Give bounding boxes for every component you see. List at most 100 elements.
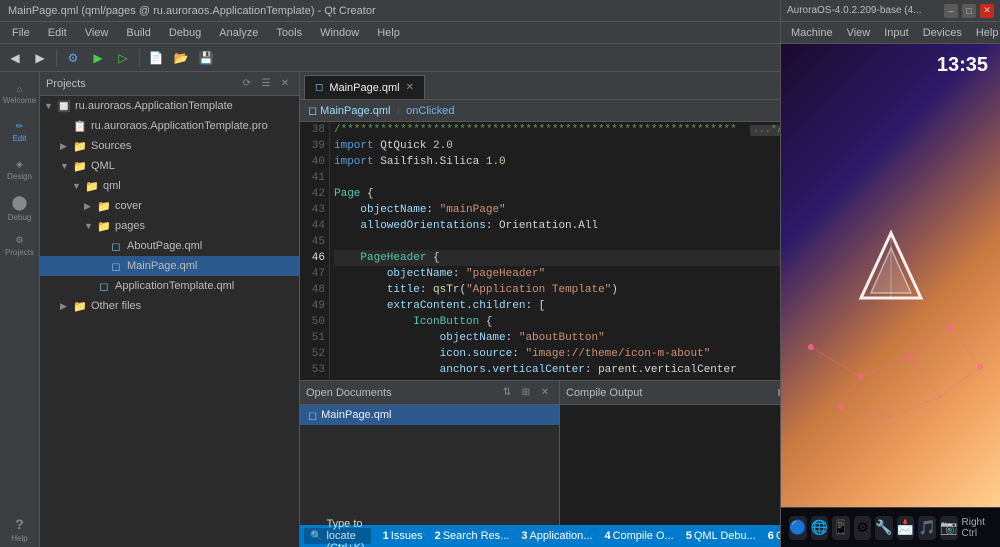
menu-window[interactable]: Window bbox=[312, 25, 367, 41]
edit-icon: ✏ bbox=[16, 121, 24, 132]
aurora-task-icon-8[interactable]: 📷 bbox=[940, 516, 958, 540]
status-compile-label: Compile O... bbox=[613, 530, 674, 542]
tree-apptemplate[interactable]: ◻ ApplicationTemplate.qml bbox=[40, 276, 299, 296]
toolbar-sep2 bbox=[139, 49, 140, 67]
tree-other[interactable]: ▶ 📁 Other files bbox=[40, 296, 299, 316]
aurora-menu-view[interactable]: View bbox=[841, 25, 877, 41]
aurora-maximize[interactable]: □ bbox=[962, 4, 976, 18]
aurora-close[interactable]: ✕ bbox=[980, 4, 994, 18]
open-doc-mainpage[interactable]: ◻ MainPage.qml bbox=[300, 405, 559, 425]
menu-tools[interactable]: Tools bbox=[268, 25, 310, 41]
tree-root-label: ru.auroraos.ApplicationTemplate bbox=[75, 100, 233, 112]
open-docs-sort[interactable]: ⇅ bbox=[499, 385, 515, 401]
toolbar-save[interactable]: 💾 bbox=[195, 47, 217, 69]
aurora-task-icon-2[interactable]: 🌐 bbox=[811, 516, 829, 540]
tree-sources-label: Sources bbox=[91, 140, 131, 152]
tree-qml[interactable]: ▼ 📁 QML bbox=[40, 156, 299, 176]
status-general-num: 6 bbox=[768, 530, 774, 542]
search-icon: 🔍 bbox=[310, 531, 322, 542]
arrow-cover: ▶ bbox=[84, 201, 96, 212]
tree-aboutpage[interactable]: ◻ AboutPage.qml bbox=[40, 236, 299, 256]
toolbar-open[interactable]: 📂 bbox=[170, 47, 192, 69]
tree-qml-label: QML bbox=[91, 160, 115, 172]
sources-folder-icon: 📁 bbox=[72, 140, 88, 153]
open-docs-expand[interactable]: ⊞ bbox=[518, 385, 534, 401]
project-panel-header: Projects ⟳ ☰ ✕ bbox=[40, 72, 299, 96]
folder-root-icon: 🔲 bbox=[56, 100, 72, 113]
menu-debug[interactable]: Debug bbox=[161, 25, 209, 41]
aurora-task-icon-4[interactable]: ⚙ bbox=[854, 516, 872, 540]
tree-qmldir-label: qml bbox=[103, 180, 121, 192]
aurora-menu-devices[interactable]: Devices bbox=[917, 25, 968, 41]
projects-icon: ⚙ bbox=[15, 235, 23, 246]
open-docs-close[interactable]: ✕ bbox=[537, 385, 553, 401]
welcome-icon: ⌂ bbox=[17, 84, 22, 94]
aurora-screen: 13:35 bbox=[781, 44, 1000, 507]
aurora-task-icon-1[interactable]: 🔵 bbox=[789, 516, 807, 540]
tree-cover[interactable]: ▶ 📁 cover bbox=[40, 196, 299, 216]
status-issues[interactable]: 1 Issues bbox=[377, 525, 429, 547]
aurora-minimize[interactable]: – bbox=[944, 4, 958, 18]
editor-header-function[interactable]: onClicked bbox=[406, 105, 454, 117]
aurora-menu-help[interactable]: Help bbox=[970, 25, 1000, 41]
tree-pages[interactable]: ▼ 📁 pages bbox=[40, 216, 299, 236]
aurora-task-icon-6[interactable]: 📩 bbox=[897, 516, 915, 540]
tree-root[interactable]: ▼ 🔲 ru.auroraos.ApplicationTemplate bbox=[40, 96, 299, 116]
tree-pro-label: ru.auroraos.ApplicationTemplate.pro bbox=[91, 120, 268, 132]
arrow-pages: ▼ bbox=[84, 221, 96, 231]
tab-mainpage-close[interactable]: ✕ bbox=[406, 82, 414, 93]
tree-pages-label: pages bbox=[115, 220, 145, 232]
status-compile[interactable]: 4 Compile O... bbox=[598, 525, 679, 547]
search-locate-label: Type to locate (Ctrl+K) bbox=[326, 518, 364, 547]
menu-analyze[interactable]: Analyze bbox=[211, 25, 266, 41]
status-qml[interactable]: 5 QML Debu... bbox=[680, 525, 762, 547]
arrow-other: ▶ bbox=[60, 301, 72, 312]
tree-sources[interactable]: ▶ 📁 Sources bbox=[40, 136, 299, 156]
tree-cover-label: cover bbox=[115, 200, 142, 212]
aurora-title-controls: – □ ✕ bbox=[944, 4, 994, 18]
sidebar-design[interactable]: ◈ Design bbox=[2, 152, 38, 188]
aurora-menu-bar: Machine View Input Devices Help bbox=[781, 22, 1000, 44]
tree-mainpage[interactable]: ◻ MainPage.qml bbox=[40, 256, 299, 276]
search-locate-box[interactable]: 🔍 Type to locate (Ctrl+K) bbox=[304, 528, 371, 544]
menu-view[interactable]: View bbox=[77, 25, 117, 41]
menu-edit[interactable]: Edit bbox=[40, 25, 75, 41]
sidebar-debug[interactable]: ⬤ Debug bbox=[2, 190, 38, 226]
aurora-task-icon-5[interactable]: 🔧 bbox=[875, 516, 893, 540]
panel-close-icon[interactable]: ✕ bbox=[277, 76, 293, 92]
toolbar-forward[interactable]: ▶ bbox=[29, 47, 51, 69]
panel-filter-icon[interactable]: ☰ bbox=[258, 76, 274, 92]
tab-mainpage-label: MainPage.qml bbox=[329, 82, 399, 94]
tree-pro-file[interactable]: 📋 ru.auroraos.ApplicationTemplate.pro bbox=[40, 116, 299, 136]
sidebar-welcome[interactable]: ⌂ Welcome bbox=[2, 76, 38, 112]
status-qml-label: QML Debu... bbox=[694, 530, 756, 542]
toolbar-new[interactable]: 📄 bbox=[145, 47, 167, 69]
icon-sidebar: ⌂ Welcome ✏ Edit ◈ Design ⬤ Debug ⚙ Proj… bbox=[0, 72, 40, 547]
menu-file[interactable]: File bbox=[4, 25, 38, 41]
toolbar-build[interactable]: ⚙ bbox=[62, 47, 84, 69]
aurora-task-icon-7[interactable]: 🎵 bbox=[918, 516, 936, 540]
menu-build[interactable]: Build bbox=[118, 25, 158, 41]
aurora-menu-input[interactable]: Input bbox=[878, 25, 914, 41]
tree-qml-dir[interactable]: ▼ 📁 qml bbox=[40, 176, 299, 196]
status-app[interactable]: 3 Application... bbox=[515, 525, 598, 547]
sidebar-projects[interactable]: ⚙ Projects bbox=[2, 228, 38, 264]
mainpage-icon: ◻ bbox=[108, 260, 124, 273]
aurora-right-ctrl: Right Ctrl bbox=[962, 517, 993, 539]
status-compile-num: 4 bbox=[604, 530, 610, 542]
aurora-menu-machine[interactable]: Machine bbox=[785, 25, 839, 41]
menu-help[interactable]: Help bbox=[369, 25, 408, 41]
aurora-taskbar: 🔵 🌐 📱 ⚙ 🔧 📩 🎵 📷 Right Ctrl bbox=[781, 507, 1000, 547]
sidebar-edit[interactable]: ✏ Edit bbox=[2, 114, 38, 150]
toolbar-debug-run[interactable]: ▷ bbox=[112, 47, 134, 69]
tab-mainpage[interactable]: ◻ MainPage.qml ✕ bbox=[304, 75, 425, 99]
panel-sync-icon[interactable]: ⟳ bbox=[239, 76, 255, 92]
status-search[interactable]: 2 Search Res... bbox=[429, 525, 516, 547]
toolbar-back[interactable]: ◀ bbox=[4, 47, 26, 69]
status-app-num: 3 bbox=[521, 530, 527, 542]
arrow-sources: ▶ bbox=[60, 141, 72, 152]
toolbar-run[interactable]: ▶ bbox=[87, 47, 109, 69]
aurora-task-icon-3[interactable]: 📱 bbox=[832, 516, 850, 540]
sidebar-help[interactable]: ? Help bbox=[2, 511, 38, 547]
qmldir-icon: 📁 bbox=[84, 180, 100, 193]
